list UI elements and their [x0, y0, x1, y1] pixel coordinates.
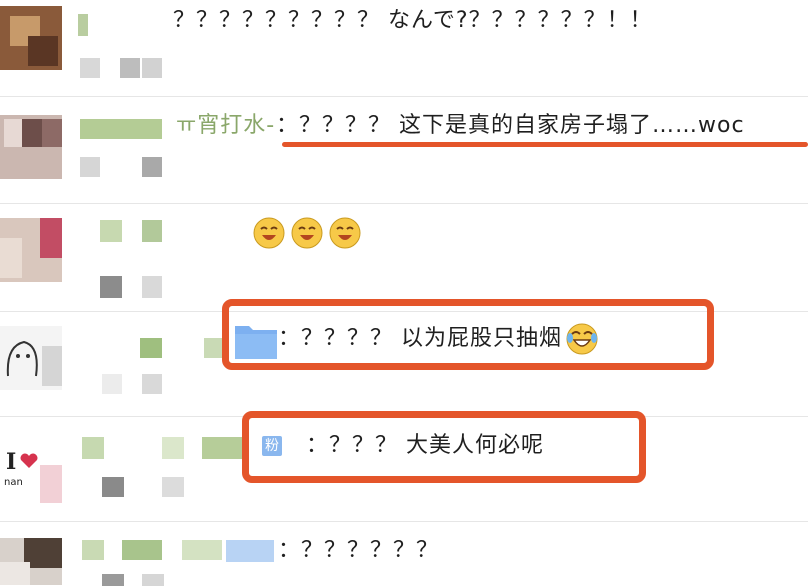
username[interactable]: ㅠ宵打水-	[176, 111, 275, 141]
comment-row[interactable]: ：？？？？？？	[0, 522, 808, 586]
avatar[interactable]: I nan	[0, 439, 62, 503]
avatar[interactable]	[0, 115, 62, 179]
meta-blur	[102, 374, 122, 394]
avatar[interactable]	[0, 326, 62, 390]
meta-blur	[100, 276, 122, 298]
meta-blur	[102, 477, 124, 497]
avatar[interactable]	[0, 218, 62, 282]
highlight-box	[242, 411, 646, 483]
avatar-subtext: nan	[4, 477, 23, 488]
comment-row[interactable]: I nan 粉 ：？？？ 大美人何必呢	[0, 411, 808, 520]
username-blur	[78, 14, 88, 36]
laugh-emoji-icon	[291, 217, 323, 249]
username-blur	[100, 220, 122, 242]
username-blur	[80, 119, 162, 139]
highlight-box	[222, 299, 714, 370]
comment-text: ？？？？？？？？？ なんで?？？？？？？！！	[173, 8, 653, 33]
comment-row[interactable]	[0, 204, 808, 310]
comment-text: ：？？？？ 这下是真的自家房子塌了……woc	[276, 113, 745, 138]
comment-text: ：？？？？？？	[278, 538, 440, 563]
avatar[interactable]	[0, 6, 62, 70]
comment-row[interactable]: ㅠ宵打水- ：？？？？ 这下是真的自家房子塌了……woc	[0, 97, 808, 202]
laugh-emoji-icon	[253, 217, 285, 249]
avatar[interactable]	[0, 538, 62, 585]
meta-blur	[102, 574, 124, 586]
meta-blur	[80, 157, 100, 177]
comment-row[interactable]: ？？？？？？？？？ なんで?？？？？？？！！	[0, 0, 808, 95]
avatar-text: I	[6, 449, 17, 475]
username-blur	[82, 540, 104, 560]
laugh-emoji-icon	[329, 217, 361, 249]
comment-row[interactable]: ：？？？？ 以为屁股只抽烟	[0, 299, 808, 415]
highlight-underline	[282, 142, 808, 147]
username-blur	[82, 437, 104, 459]
meta-blur	[80, 58, 100, 78]
username-blur	[140, 338, 162, 358]
